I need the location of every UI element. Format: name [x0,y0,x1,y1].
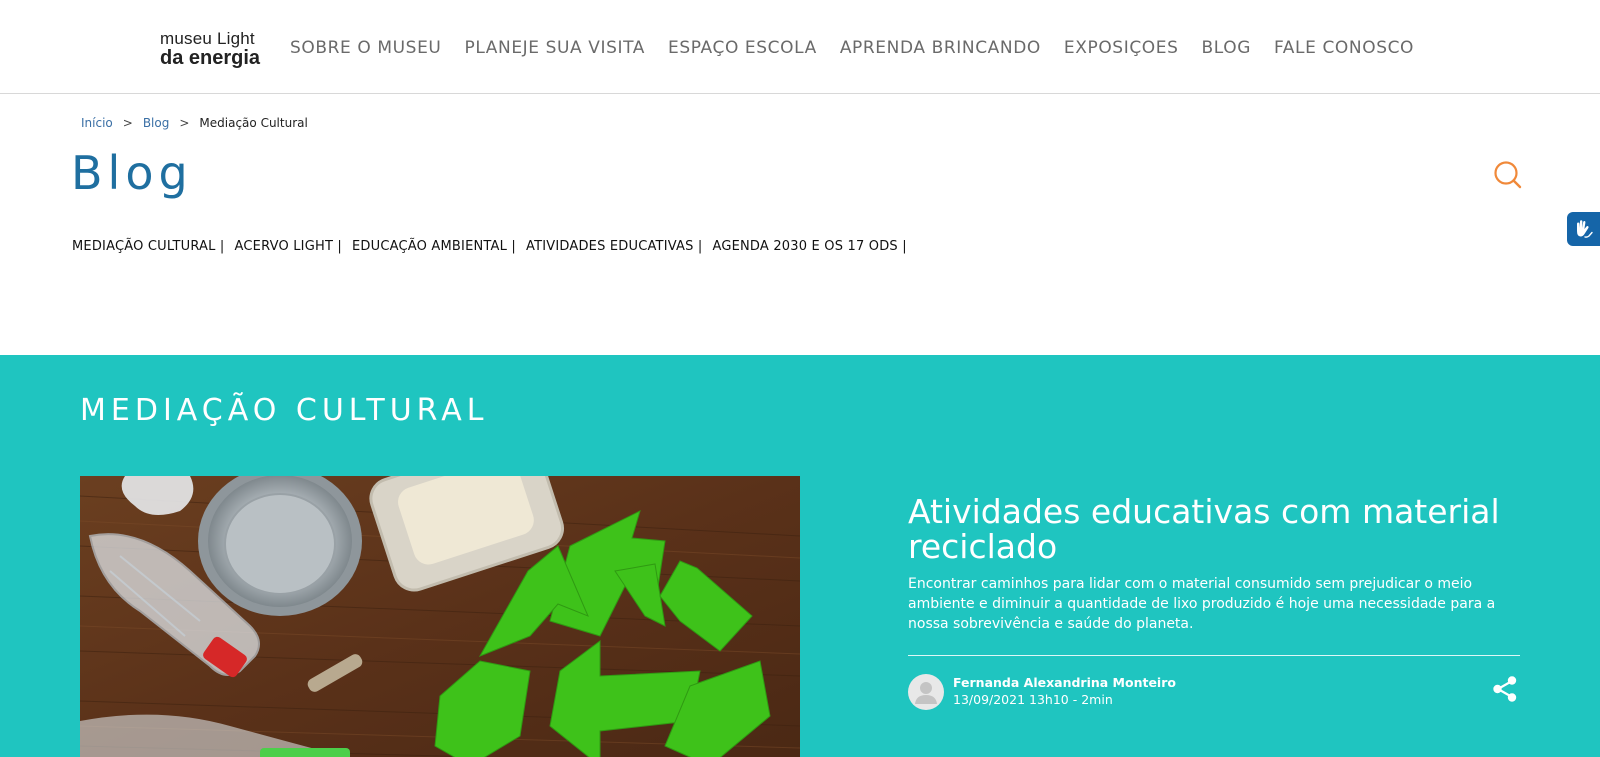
nav-item-aprenda-brincando[interactable]: APRENDA BRINCANDO [840,38,1041,58]
site-header: museu Light da energia SOBRE O MUSEU PLA… [0,0,1600,94]
main-nav: SOBRE O MUSEU PLANEJE SUA VISITA ESPAÇO … [290,38,1437,58]
post-date-readtime: 13/09/2021 13h10 - 2min [953,692,1113,707]
logo-line-2: da energia [160,47,261,69]
share-button[interactable] [1492,675,1518,703]
nav-item-exposicoes[interactable]: EXPOSIÇOES [1064,38,1179,58]
breadcrumb: Início > Blog > Mediação Cultural [81,116,308,130]
post-author: Fernanda Alexandrina Monteiro [953,675,1176,690]
section-title: MEDIAÇÃO CULTURAL [80,393,489,428]
nav-item-fale-conosco[interactable]: FALE CONOSCO [1274,38,1414,58]
category-mediacao-cultural[interactable]: MEDIAÇÃO CULTURAL | [72,239,225,254]
search-button[interactable] [1493,160,1523,190]
page-title: Blog [71,146,193,200]
search-icon [1494,161,1522,189]
post-divider [908,655,1520,656]
post-excerpt: Encontrar caminhos para lidar com o mate… [908,576,1496,632]
category-atividades-educativas[interactable]: ATIVIDADES EDUCATIVAS | [526,239,702,254]
nav-item-sobre-o-museu[interactable]: SOBRE O MUSEU [290,38,441,58]
featured-post-image[interactable] [80,476,800,757]
breadcrumb-separator: > [122,116,133,130]
category-agenda-2030[interactable]: AGENDA 2030 E OS 17 ODS | [712,239,906,254]
museum-logo[interactable]: museu Light da energia [160,30,270,68]
logo-line-1: museu Light [160,29,255,48]
category-acervo-light[interactable]: ACERVO LIGHT | [235,239,343,254]
user-placeholder-icon [915,682,937,704]
avatar [908,674,944,710]
featured-post-section: MEDIAÇÃO CULTURAL Atividades educativas … [0,355,1600,757]
breadcrumb-current: Mediação Cultural [199,116,308,130]
breadcrumb-inicio[interactable]: Início [81,116,113,130]
breadcrumb-blog[interactable]: Blog [143,116,170,130]
nav-item-espaco-escola[interactable]: ESPAÇO ESCOLA [668,38,817,58]
accessibility-vlibras-button[interactable] [1567,212,1600,246]
category-filter-bar: MEDIAÇÃO CULTURAL | ACERVO LIGHT | EDUCA… [72,239,917,254]
breadcrumb-separator: > [179,116,190,130]
nav-item-planeje-sua-visita[interactable]: PLANEJE SUA VISITA [464,38,645,58]
nav-item-blog[interactable]: BLOG [1202,38,1251,58]
share-icon [1493,676,1517,702]
recycle-symbol-photo [80,476,800,757]
post-title[interactable]: Atividades educativas com material recic… [908,494,1548,564]
sign-language-hands-icon [1577,220,1593,238]
category-educacao-ambiental[interactable]: EDUCAÇÃO AMBIENTAL | [352,239,516,254]
